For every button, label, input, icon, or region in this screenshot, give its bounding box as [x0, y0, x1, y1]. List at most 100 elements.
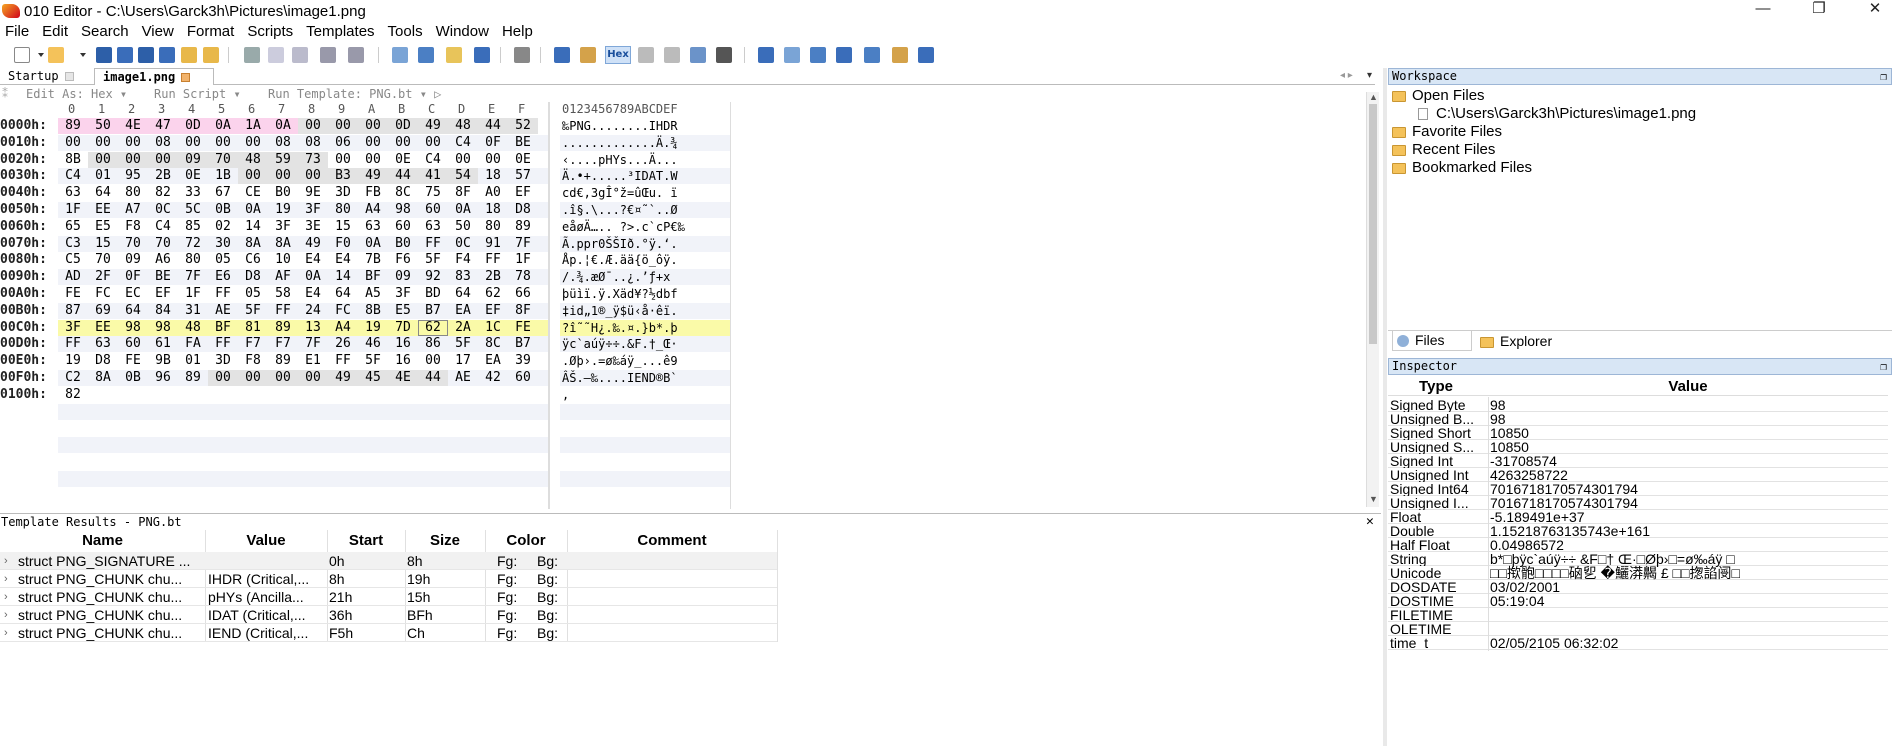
hex-byte[interactable]: 00 [238, 135, 268, 151]
scroll-down-icon[interactable]: ▼ [1369, 494, 1378, 504]
hex-byte[interactable]: 63 [88, 336, 118, 352]
hex-byte[interactable]: 44 [388, 168, 418, 185]
ascii-text[interactable]: eåøÄ….. ?>.c`cP€‰ [562, 219, 685, 235]
ascii-text[interactable]: Ã.ppr0ŠŠIð.°ÿ.‘. [562, 236, 678, 252]
hex-byte[interactable]: 19 [58, 353, 88, 369]
hex-byte[interactable]: 8C [478, 336, 508, 352]
hex-byte[interactable]: 0A [448, 202, 478, 218]
hex-vertical-scrollbar[interactable]: ▲ ▼ [1366, 92, 1379, 507]
hex-byte[interactable]: 2B [148, 168, 178, 184]
hex-byte[interactable]: 00 [448, 152, 478, 168]
hex-byte[interactable]: 0C [148, 202, 178, 218]
inspector-value[interactable]: 02/05/2105 06:32:02 [1490, 636, 1618, 650]
hex-byte[interactable]: 48 [448, 118, 478, 134]
hex-byte[interactable]: 82 [58, 387, 88, 403]
hex-byte[interactable]: 5F [448, 336, 478, 352]
hex-byte[interactable]: 44 [478, 118, 508, 134]
hex-byte[interactable]: 1C [478, 320, 508, 336]
workspace-recent-files[interactable]: Recent Files [1392, 141, 1495, 158]
tab-files[interactable]: Files [1392, 331, 1472, 351]
hex-byte[interactable]: 00 [178, 135, 208, 151]
hex-byte[interactable]: 64 [118, 303, 148, 319]
inspector-row[interactable]: Unsigned Int 4263258722 [1388, 468, 1888, 482]
hex-byte[interactable]: 60 [388, 219, 418, 235]
hex-byte[interactable]: 09 [178, 151, 208, 168]
hex-byte[interactable]: 60 [418, 202, 448, 218]
inspector-value[interactable]: 05:19:04 [1490, 594, 1545, 608]
hex-byte[interactable]: FF [328, 353, 358, 369]
hex-byte[interactable]: D8 [238, 269, 268, 285]
inspector-value[interactable]: 7016718170574301794 [1490, 496, 1638, 510]
hex-byte[interactable]: 10 [268, 252, 298, 268]
hex-byte[interactable]: 18 [478, 202, 508, 218]
hex-byte[interactable]: FB [358, 185, 388, 201]
hex-byte[interactable]: 8F [508, 303, 538, 319]
tools-icon[interactable] [836, 47, 852, 63]
panel-restore-icon[interactable]: ❐ [1880, 69, 1887, 84]
show-whitespace-icon[interactable] [664, 47, 680, 63]
hex-byte[interactable]: 3E [298, 219, 328, 235]
inspector-col-value[interactable]: Value [1488, 378, 1888, 395]
hex-byte[interactable]: 1B [208, 168, 238, 184]
hex-byte[interactable]: 18 [478, 168, 508, 184]
hex-byte[interactable]: 63 [418, 219, 448, 235]
calculator-icon[interactable] [758, 47, 774, 63]
hex-byte[interactable]: 50 [88, 118, 118, 134]
menu-window[interactable]: Window [431, 23, 497, 40]
inspector-row[interactable]: Signed Short 10850 [1388, 426, 1888, 440]
hex-byte[interactable]: BF [208, 320, 238, 336]
inspector-row[interactable]: Unicode □□揿骲□□□□硇乮 �鱺漭齃 £ □□揔諂阌□ [1388, 566, 1888, 580]
hex-byte[interactable]: 00 [238, 168, 268, 185]
hex-byte[interactable]: 0A [238, 202, 268, 218]
inspector-value[interactable]: 7016718170574301794 [1490, 482, 1638, 496]
hex-byte[interactable]: 9E [298, 185, 328, 201]
hex-byte[interactable]: EA [478, 353, 508, 369]
expand-arrow-icon[interactable]: › [4, 624, 8, 642]
hex-byte[interactable]: 5C [178, 202, 208, 218]
hex-byte[interactable]: 00 [88, 151, 118, 168]
hex-byte[interactable]: 0F [118, 269, 148, 285]
inspector-row[interactable]: DOSDATE 03/02/2001 [1388, 580, 1888, 594]
hex-byte[interactable]: EE [88, 320, 118, 336]
hex-byte[interactable]: 05 [208, 252, 238, 268]
scroll-up-icon[interactable]: ▲ [1369, 92, 1378, 102]
hex-byte[interactable]: 3D [208, 353, 238, 369]
inspector-row[interactable]: OLETIME [1388, 622, 1888, 636]
hex-byte[interactable]: C6 [238, 252, 268, 268]
hex-byte[interactable]: 7D [388, 320, 418, 336]
hex-byte[interactable]: 0A [358, 236, 388, 252]
hex-byte[interactable]: 8C [388, 185, 418, 201]
menu-scripts[interactable]: Scripts [242, 23, 301, 40]
highlight-icon[interactable] [580, 47, 596, 63]
inspector-value[interactable]: b*□þÿc`aúÿ÷÷ &F□† Œ·□Øþ›□=ø‰áÿ □ [1490, 552, 1735, 566]
hex-byte[interactable]: 46 [358, 336, 388, 352]
hex-byte[interactable]: 00 [118, 135, 148, 151]
hex-byte[interactable]: C4 [58, 168, 88, 184]
hex-byte[interactable]: 75 [418, 185, 448, 201]
cut-icon[interactable] [244, 47, 260, 63]
hex-byte[interactable]: E4 [298, 286, 328, 302]
hex-byte[interactable]: 3F [58, 320, 88, 336]
hex-byte[interactable]: FE [58, 286, 88, 302]
workspace-bookmarked-files[interactable]: Bookmarked Files [1392, 159, 1532, 176]
hex-byte[interactable]: 7F [508, 236, 538, 252]
histogram-icon[interactable] [864, 47, 880, 63]
hex-byte[interactable]: 33 [178, 185, 208, 201]
hex-byte[interactable]: 00 [418, 353, 448, 369]
hex-byte[interactable]: 0B [118, 370, 148, 386]
hex-byte[interactable]: 65 [58, 219, 88, 235]
hex-byte[interactable]: BE [148, 269, 178, 285]
ascii-text[interactable]: ‡id„1®_ÿ$ü‹å·êï. [562, 303, 678, 319]
ascii-text[interactable]: ‰PNG........IHDR [562, 118, 678, 134]
ascii-text[interactable]: þüìï.ÿ.Xäd¥?½dbf [562, 286, 678, 302]
hex-byte[interactable]: 08 [298, 135, 328, 151]
hex-byte[interactable]: 05 [238, 286, 268, 302]
hex-byte[interactable]: 00 [88, 135, 118, 151]
hex-byte[interactable]: 64 [328, 286, 358, 302]
inspector-value[interactable]: 4263258722 [1490, 468, 1568, 482]
ascii-text[interactable]: ­/.¾.æØ¯..¿.’ƒ+x [562, 269, 670, 285]
hex-byte[interactable]: 01 [88, 168, 118, 184]
ascii-text[interactable]: ‚ [562, 387, 569, 403]
hex-byte[interactable]: 50 [448, 219, 478, 235]
hex-byte[interactable]: 00 [328, 152, 358, 168]
